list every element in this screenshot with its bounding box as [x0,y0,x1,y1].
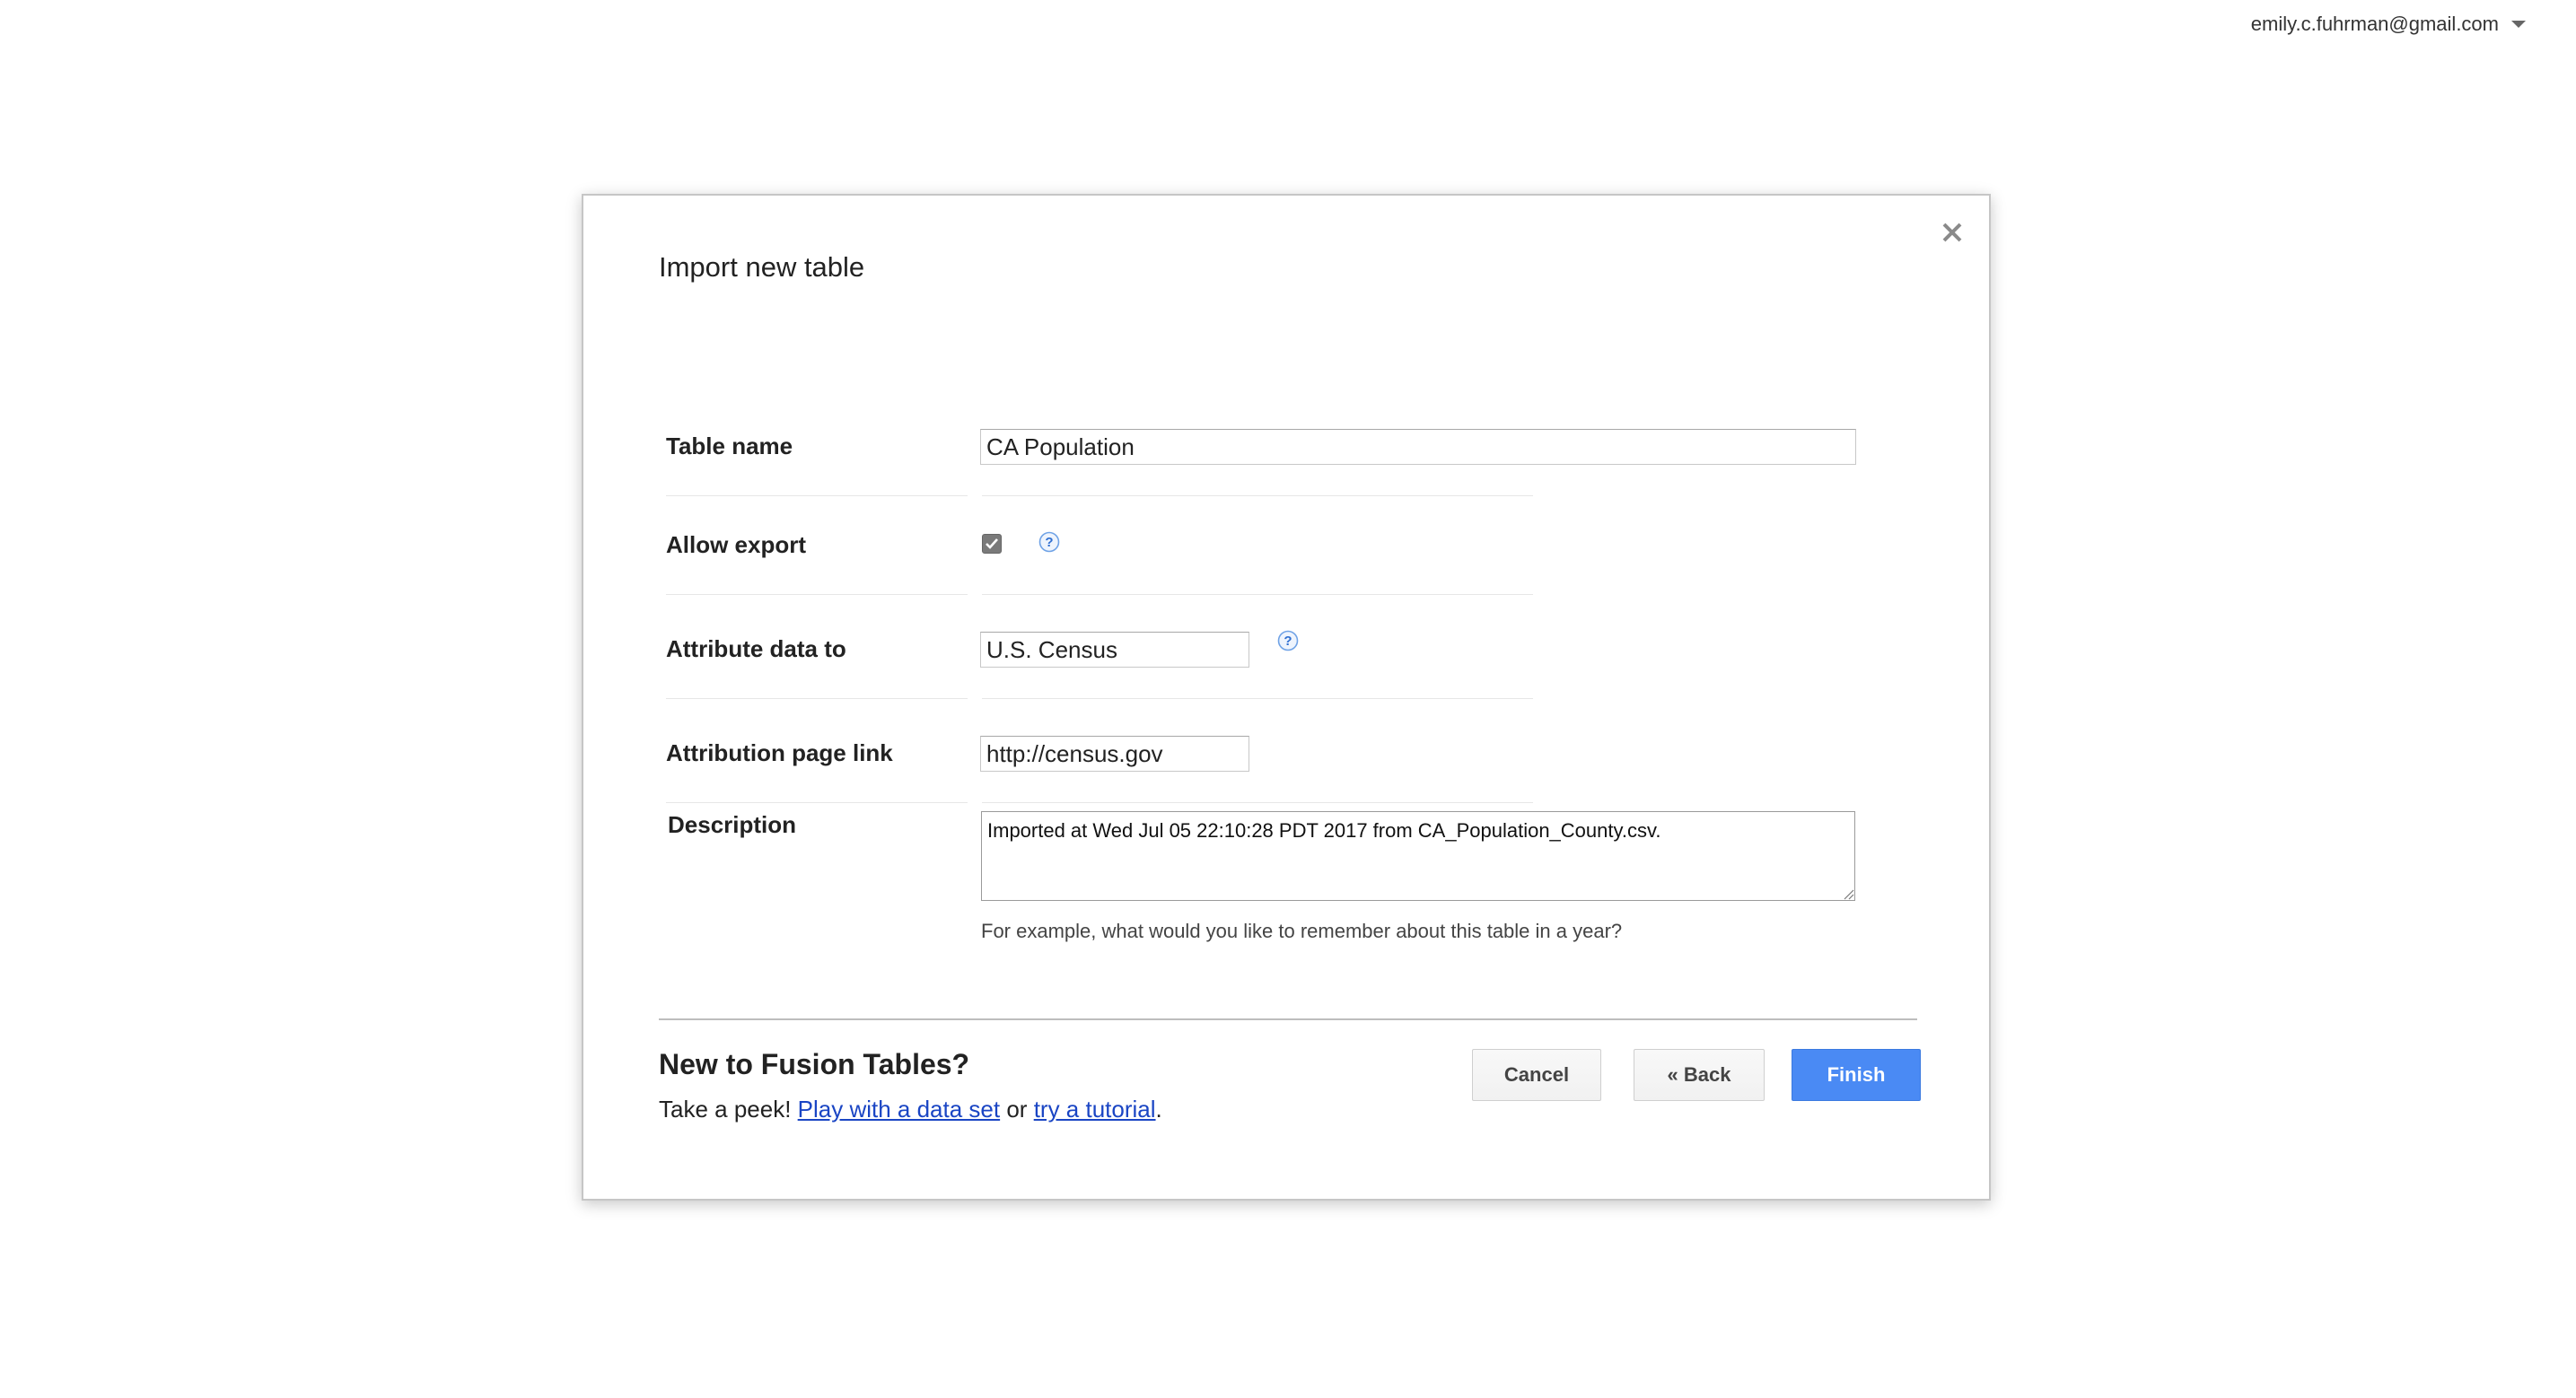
row-divider [666,594,968,595]
allow-export-label: Allow export [666,531,807,558]
description-label: Description [668,811,797,838]
connector-text: or [1000,1096,1034,1123]
footer-divider [659,1018,1917,1020]
help-icon[interactable]: ? [1038,531,1060,553]
row-divider [982,802,1533,803]
description-hint: For example, what would you like to reme… [981,920,1623,942]
table-name-label: Table name [666,433,793,459]
back-button[interactable]: « Back [1634,1049,1765,1101]
row-divider [666,698,968,699]
close-icon[interactable] [1939,219,1966,246]
row-divider [982,698,1533,699]
dialog-title: Import new table [659,251,865,283]
play-with-data-set-link[interactable]: Play with a data set [798,1096,1000,1123]
intro-text: Take a peek! [659,1096,798,1123]
help-icon[interactable]: ? [1277,630,1299,651]
row-divider [666,802,968,803]
row-divider [982,495,1533,496]
finish-button[interactable]: Finish [1792,1049,1921,1101]
attribute-data-label: Attribute data to [666,635,846,662]
attribution-link-input[interactable] [980,736,1249,772]
new-to-fusion-heading: New to Fusion Tables? [659,1048,970,1080]
row-divider [982,594,1533,595]
account-menu[interactable]: emily.c.fuhrman@gmail.com [2251,13,2526,36]
row-divider [666,495,968,496]
attribution-link-label: Attribution page link [666,739,893,766]
account-email: emily.c.fuhrman@gmail.com [2250,13,2499,35]
import-dialog: Import new table Table name Allow export… [582,194,1991,1201]
cancel-button[interactable]: Cancel [1472,1049,1601,1101]
chevron-down-icon [2511,21,2526,28]
svg-text:?: ? [1284,633,1292,649]
attribute-data-input[interactable] [980,632,1249,668]
svg-text:?: ? [1045,535,1053,550]
allow-export-checkbox[interactable] [982,534,1002,554]
new-to-fusion-text: Take a peek! Play with a data set or try… [659,1096,1162,1123]
table-name-input[interactable] [980,429,1856,465]
try-a-tutorial-link[interactable]: try a tutorial [1034,1096,1156,1123]
end-punctuation: . [1155,1096,1162,1123]
description-textarea[interactable]: Imported at Wed Jul 05 22:10:28 PDT 2017… [981,811,1855,901]
resize-grip-icon[interactable] [1842,887,1854,900]
